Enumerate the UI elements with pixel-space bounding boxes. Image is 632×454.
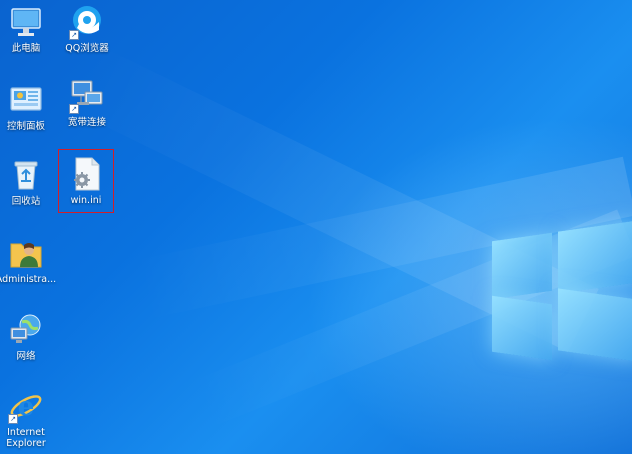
desktop-icon-qq-browser[interactable]: ↗ QQ浏览器 [55, 4, 119, 54]
desktop-icon-label: 此电脑 [11, 43, 41, 54]
windows-logo-pane [492, 232, 552, 300]
desktop-icon-label: 网络 [16, 351, 36, 362]
desktop-icon-internet-explorer[interactable]: e ↗ Internet Explorer [0, 388, 58, 449]
desktop-icon-this-pc[interactable]: 此电脑 [0, 4, 58, 54]
desktop-icon-label: Internet Explorer [6, 427, 46, 449]
network-icon [8, 312, 44, 348]
desktop-icon-label: QQ浏览器 [65, 43, 109, 54]
qq-browser-icon: ↗ [69, 4, 105, 40]
windows-logo-pane [558, 288, 632, 362]
svg-text:e: e [18, 392, 35, 422]
desktop-icon-network[interactable]: 网络 [0, 312, 58, 362]
shortcut-arrow-icon: ↗ [69, 30, 79, 40]
desktop-icon-broadband-connection[interactable]: ↗ 宽带连接 [55, 78, 119, 128]
this-pc-icon [8, 4, 44, 40]
broadband-connection-icon: ↗ [69, 78, 105, 114]
desktop-icon-recycle-bin[interactable]: 回收站 [0, 157, 58, 207]
control-panel-icon [8, 82, 44, 118]
desktop-icon-label: Administra... [0, 274, 57, 285]
desktop-icon-win-ini[interactable]: win.ini [58, 149, 114, 213]
shortcut-arrow-icon: ↗ [8, 414, 18, 424]
shortcut-arrow-icon: ↗ [69, 104, 79, 114]
config-file-icon [68, 156, 104, 192]
windows-logo-pane [558, 220, 632, 294]
user-folder-icon [8, 235, 44, 271]
desktop-icon-administrator[interactable]: Administra... [0, 235, 58, 285]
windows-logo-pane [492, 295, 552, 361]
desktop-icon-label: 回收站 [11, 196, 41, 207]
desktop-wallpaper: 此电脑 ↗ QQ浏览器 控制面板 ↗ 宽带连接 回收站 win.ini Admi… [0, 0, 632, 454]
internet-explorer-icon: e ↗ [8, 388, 44, 424]
windows-logo [490, 220, 632, 362]
recycle-bin-icon [8, 157, 44, 193]
desktop-icon-label: 控制面板 [6, 121, 45, 132]
desktop-icon-label: 宽带连接 [67, 117, 106, 128]
desktop-icon-label: win.ini [70, 195, 102, 206]
desktop-icon-control-panel[interactable]: 控制面板 [0, 82, 58, 132]
